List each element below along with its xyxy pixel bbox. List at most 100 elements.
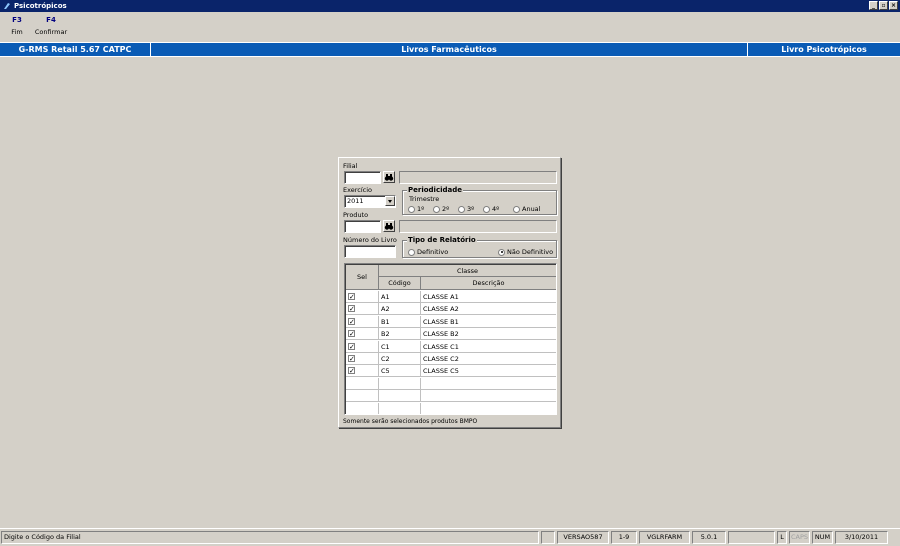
table-row[interactable]	[346, 402, 556, 414]
codigo-cell: C1	[379, 340, 421, 353]
descricao-cell: CLASSE C2	[421, 353, 556, 365]
exercicio-select[interactable]: 2011	[344, 195, 396, 208]
restore-button[interactable]: ▫	[879, 1, 888, 10]
radio-label: 1º	[417, 205, 425, 213]
radio-nao-definitivo[interactable]: Não Definitivo	[498, 248, 553, 256]
table-row[interactable]: C5CLASSE C5	[346, 365, 556, 378]
filial-input[interactable]	[344, 171, 381, 184]
status-caps: CAPS	[789, 531, 810, 544]
toolbar: F3 Fim F4 Confirmar	[0, 12, 900, 40]
confirm-label: Confirmar	[34, 28, 68, 36]
status-bar: Digite o Código da Filial VERSAO587 1-9 …	[0, 528, 900, 546]
status-build: 5.0.1	[692, 531, 726, 544]
filial-search-button[interactable]	[383, 171, 395, 183]
sel-checkbox[interactable]	[348, 303, 355, 315]
radio-label: Não Definitivo	[507, 248, 554, 256]
app-icon	[4, 3, 10, 9]
radio-trimestre-3[interactable]: 3º	[458, 205, 474, 213]
sel-checkbox[interactable]	[348, 365, 355, 377]
descricao-cell: CLASSE C1	[421, 341, 556, 353]
codigo-cell: A1	[379, 291, 421, 303]
tipo-relatorio-group: Tipo de Relatório Definitivo Não Definit…	[402, 236, 557, 258]
sel-checkbox[interactable]	[348, 328, 355, 340]
header-band: G-RMS Retail 5.67 CATPC Livros Farmacêut…	[0, 42, 900, 57]
sel-cell	[346, 328, 379, 341]
minimize-button[interactable]: _	[869, 1, 878, 10]
radio-label: Definitivo	[417, 248, 449, 256]
periodicidade-title: Periodicidade	[407, 186, 463, 194]
codigo-cell: B2	[379, 328, 421, 341]
table-row[interactable]: C1CLASSE C1	[346, 340, 556, 353]
sel-cell	[346, 390, 379, 403]
radio-icon	[408, 205, 415, 213]
status-blank-1	[541, 531, 555, 544]
sel-cell	[346, 402, 379, 414]
codigo-cell: A2	[379, 303, 421, 316]
descricao-header[interactable]: Descrição	[421, 277, 556, 290]
descricao-cell	[421, 403, 556, 414]
radio-label: 2º	[442, 205, 450, 213]
product-name: G-RMS Retail 5.67 CATPC	[0, 43, 151, 56]
codigo-cell: C2	[379, 353, 421, 365]
module-name: Livros Farmacêuticos	[151, 43, 748, 56]
status-message: Digite o Código da Filial	[1, 531, 539, 544]
status-module: VGLRFARM	[639, 531, 690, 544]
sel-header: Sel	[346, 265, 379, 290]
sel-checkbox[interactable]	[348, 316, 355, 328]
descricao-cell	[421, 378, 556, 390]
codigo-cell	[379, 377, 421, 390]
radio-label: Anual	[522, 205, 541, 213]
classes-grid[interactable]: Sel Classe Código Descrição A1CLASSE A1A…	[344, 263, 557, 415]
table-row[interactable]	[346, 390, 556, 403]
tipo-relatorio-title: Tipo de Relatório	[407, 236, 477, 244]
sel-checkbox[interactable]	[348, 353, 355, 365]
sel-cell	[346, 291, 379, 303]
status-version: VERSAO587	[557, 531, 609, 544]
binoculars-icon	[384, 223, 394, 230]
numero-livro-input[interactable]	[344, 245, 396, 258]
sel-cell	[346, 377, 379, 390]
confirm-key: F4	[46, 16, 56, 24]
descricao-cell: CLASSE B2	[421, 328, 556, 340]
descricao-cell: CLASSE C5	[421, 365, 556, 377]
status-code: 1-9	[611, 531, 637, 544]
codigo-cell: C5	[379, 365, 421, 378]
radio-trimestre-2[interactable]: 2º	[433, 205, 449, 213]
chevron-down-icon[interactable]	[385, 196, 395, 206]
radio-definitivo[interactable]: Definitivo	[408, 248, 448, 256]
codigo-cell: B1	[379, 315, 421, 328]
sel-cell	[346, 353, 379, 365]
radio-selected-icon	[498, 248, 505, 256]
table-row[interactable]: B2CLASSE B2	[346, 328, 556, 341]
radio-trimestre-1[interactable]: 1º	[408, 205, 424, 213]
table-row[interactable]: A1CLASSE A1	[346, 291, 556, 303]
sel-checkbox[interactable]	[348, 341, 355, 353]
confirm-button[interactable]: F4 Confirmar	[34, 16, 68, 36]
radio-anual[interactable]: Anual	[513, 205, 540, 213]
filial-label: Filial	[343, 162, 358, 170]
sel-cell	[346, 315, 379, 328]
produto-search-button[interactable]	[383, 220, 395, 232]
radio-icon	[433, 205, 440, 213]
grid-note: Somente serão selecionados produtos BMPO	[343, 418, 478, 425]
codigo-header[interactable]: Código	[379, 277, 421, 290]
descricao-cell: CLASSE A1	[421, 291, 556, 303]
close-button[interactable]: ×	[889, 1, 898, 10]
table-row[interactable]	[346, 377, 556, 390]
produto-label: Produto	[343, 211, 369, 219]
screen-name: Livro Psicotrópicos	[781, 45, 867, 54]
table-row[interactable]: A2CLASSE A2	[346, 303, 556, 316]
classe-header: Classe	[379, 265, 556, 277]
status-num: NUM	[812, 531, 833, 544]
produto-input[interactable]	[344, 220, 381, 233]
sel-checkbox[interactable]	[348, 291, 355, 303]
table-row[interactable]: B1CLASSE B1	[346, 315, 556, 328]
exit-button[interactable]: F3 Fim	[9, 16, 25, 36]
title-bar: Psicotrópicos _ ▫ ×	[0, 0, 900, 12]
status-l: L	[777, 531, 787, 544]
form-panel: Filial Exercício 2011 Periodicidade Trim…	[338, 157, 561, 428]
radio-icon	[513, 205, 520, 213]
table-row[interactable]: C2CLASSE C2	[346, 353, 556, 365]
exercicio-value: 2011	[347, 197, 364, 205]
radio-trimestre-4[interactable]: 4º	[483, 205, 499, 213]
